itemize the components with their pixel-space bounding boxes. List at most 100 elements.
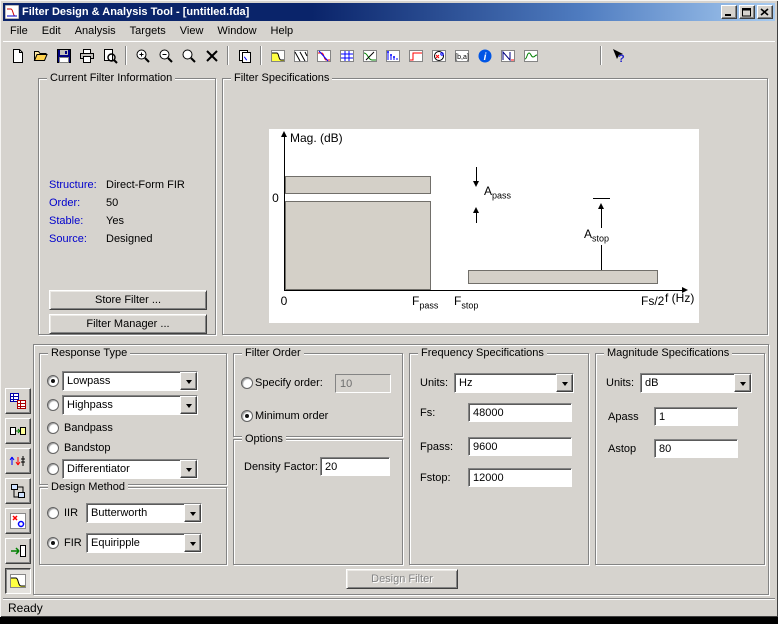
- toolbar: [b,a] i ?: [3, 41, 775, 69]
- store-filter-button[interactable]: Store Filter ...: [49, 290, 207, 310]
- new-icon: [10, 48, 26, 64]
- sidebar-design-filter-button[interactable]: [5, 568, 31, 594]
- minimum-order-radio[interactable]: [241, 410, 253, 422]
- design-filter-button[interactable]: Design Filter: [346, 569, 458, 589]
- combo-value: Highpass: [63, 396, 180, 414]
- impulse-response-button[interactable]: [381, 45, 404, 67]
- magnitude-response-button[interactable]: [266, 45, 289, 67]
- full-view-icon: [204, 48, 220, 64]
- sidebar-pole-zero-editor-button[interactable]: [5, 508, 31, 534]
- phase-response-button[interactable]: [289, 45, 312, 67]
- filter-manager-button[interactable]: Filter Manager ...: [49, 314, 207, 334]
- info-source-label: Source:: [49, 233, 87, 246]
- chevron-down-icon[interactable]: [180, 372, 197, 390]
- open-session-button[interactable]: [29, 45, 52, 67]
- print-preview-button[interactable]: [98, 45, 121, 67]
- maximize-button[interactable]: [739, 5, 755, 19]
- mag-units-combo[interactable]: dB: [640, 373, 752, 393]
- density-factor-input[interactable]: [320, 457, 390, 476]
- import-filter-icon: [9, 542, 27, 560]
- svg-text:?: ?: [618, 53, 625, 64]
- menu-edit[interactable]: Edit: [35, 23, 68, 39]
- whats-this-help-button[interactable]: ?: [606, 45, 629, 67]
- close-button[interactable]: [757, 5, 773, 19]
- menu-analysis[interactable]: Analysis: [68, 23, 123, 39]
- zoom-out-button[interactable]: [154, 45, 177, 67]
- info-stable-label: Stable:: [49, 215, 83, 228]
- menu-file[interactable]: File: [3, 23, 35, 39]
- minimum-order-label: Minimum order: [255, 410, 328, 423]
- combo-value: Differentiator: [63, 460, 180, 478]
- chevron-down-icon[interactable]: [184, 504, 201, 522]
- bandpass-radio[interactable]: [47, 422, 59, 434]
- zoom-in-button[interactable]: [131, 45, 154, 67]
- differentiator-radio[interactable]: [47, 463, 59, 475]
- fs-input[interactable]: [468, 403, 572, 422]
- filter-coefficients-button[interactable]: [b,a]: [450, 45, 473, 67]
- freq-units-combo[interactable]: Hz: [454, 373, 574, 393]
- sidebar-multirate-filter-button[interactable]: [5, 448, 31, 474]
- save-session-button[interactable]: [52, 45, 75, 67]
- fstop-input[interactable]: [468, 468, 572, 487]
- group-delay-button[interactable]: [335, 45, 358, 67]
- highpass-radio[interactable]: [47, 399, 59, 411]
- highpass-combo[interactable]: Highpass: [62, 395, 198, 415]
- status-bar: Ready: [3, 598, 775, 614]
- magnitude-estimate-button[interactable]: [496, 45, 519, 67]
- menu-help[interactable]: Help: [264, 23, 301, 39]
- menu-window[interactable]: Window: [210, 23, 263, 39]
- fpass-tick-label: Fpass: [412, 295, 438, 312]
- chevron-down-icon[interactable]: [180, 460, 197, 478]
- sidebar-import-filter-button[interactable]: [5, 538, 31, 564]
- group-legend: Magnitude Specifications: [604, 347, 732, 360]
- sidebar-transform-filter-button[interactable]: [5, 418, 31, 444]
- full-view-analysis-button[interactable]: [233, 45, 256, 67]
- filter-information-button[interactable]: i: [473, 45, 496, 67]
- differentiator-combo[interactable]: Differentiator: [62, 459, 198, 479]
- chevron-down-icon[interactable]: [734, 374, 751, 392]
- chevron-down-icon[interactable]: [180, 396, 197, 414]
- pole-zero-plot-button[interactable]: [427, 45, 450, 67]
- stopband-region: [468, 270, 658, 284]
- phase-delay-button[interactable]: [358, 45, 381, 67]
- apass-input[interactable]: [654, 407, 738, 426]
- magnitude-and-phase-icon: [316, 48, 332, 64]
- info-order-value: 50: [106, 197, 118, 210]
- step-response-button[interactable]: [404, 45, 427, 67]
- noise-power-button[interactable]: [519, 45, 542, 67]
- new-session-button[interactable]: [6, 45, 29, 67]
- zero-level-label: 0: [269, 192, 282, 205]
- info-icon: i: [477, 48, 493, 64]
- info-structure-label: Structure:: [49, 179, 97, 192]
- lowpass-combo[interactable]: Lowpass: [62, 371, 198, 391]
- menu-view[interactable]: View: [173, 23, 211, 39]
- fir-method-combo[interactable]: Equiripple: [86, 533, 202, 553]
- combo-value: dB: [641, 374, 734, 392]
- multirate-icon: [9, 452, 27, 470]
- lowpass-radio[interactable]: [47, 375, 59, 387]
- iir-method-combo[interactable]: Butterworth: [86, 503, 202, 523]
- iir-radio[interactable]: [47, 507, 59, 519]
- specify-order-radio[interactable]: [241, 377, 253, 389]
- specify-order-input[interactable]: [335, 374, 391, 393]
- fpass-input[interactable]: [468, 437, 572, 456]
- bandstop-radio[interactable]: [47, 442, 59, 454]
- sidebar-realize-model-button[interactable]: [5, 478, 31, 504]
- astop-input[interactable]: [654, 439, 738, 458]
- svg-text:i: i: [483, 52, 486, 63]
- chevron-down-icon[interactable]: [556, 374, 573, 392]
- open-folder-icon: [33, 48, 49, 64]
- apass-down-arrow: [473, 181, 479, 190]
- chevron-down-icon[interactable]: [184, 534, 201, 552]
- quantization-icon: [9, 392, 27, 410]
- astop-label: Astop: [608, 443, 636, 456]
- menu-targets[interactable]: Targets: [123, 23, 173, 39]
- magnitude-and-phase-button[interactable]: [312, 45, 335, 67]
- full-view-button[interactable]: [200, 45, 223, 67]
- minimize-button[interactable]: [721, 5, 737, 19]
- fir-radio[interactable]: [47, 537, 59, 549]
- sidebar-set-quantization-button[interactable]: [5, 388, 31, 414]
- print-button[interactable]: [75, 45, 98, 67]
- fpass-label: Fpass:: [420, 441, 453, 454]
- zoom-default-button[interactable]: [177, 45, 200, 67]
